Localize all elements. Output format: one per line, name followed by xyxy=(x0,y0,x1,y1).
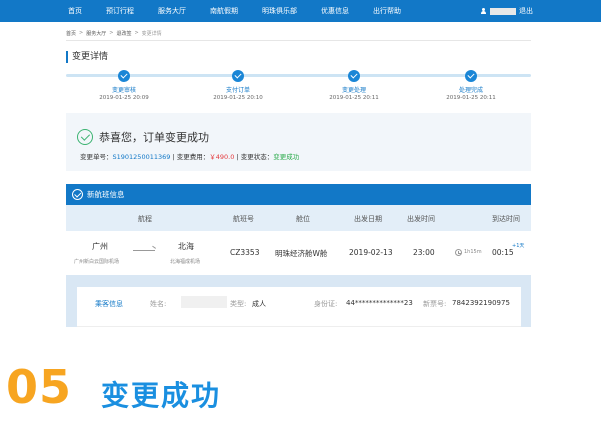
separator: | xyxy=(172,153,175,161)
progress-steps: 变更审核 2019-01-25 20:09 支付订单 2019-01-25 20… xyxy=(66,68,531,108)
route-arrow-icon xyxy=(133,250,155,251)
id-label: 身份证: xyxy=(314,300,338,308)
check-icon xyxy=(232,70,244,82)
col-dep-time: 出发时间 xyxy=(407,215,435,223)
breadcrumb-service-hall[interactable]: 服务大厅 xyxy=(86,30,106,37)
step-processing: 变更处理 2019-01-25 20:11 xyxy=(294,68,414,101)
type-label: 类型: xyxy=(230,300,247,308)
nav-item-booking[interactable]: 预订行程 xyxy=(94,0,146,22)
breadcrumb-separator: > xyxy=(109,30,114,36)
step-label: 支付订单 xyxy=(225,87,250,94)
separator: | xyxy=(236,153,239,161)
breadcrumb-separator: > xyxy=(79,30,84,36)
order-no-value[interactable]: S1901250011369 xyxy=(113,153,171,161)
step-time: 2019-01-25 20:11 xyxy=(446,95,496,101)
from-city: 广州 xyxy=(92,242,108,251)
breadcrumb-separator: > xyxy=(134,30,139,36)
step-time: 2019-01-25 20:11 xyxy=(329,95,379,101)
step-time: 2019-01-25 20:10 xyxy=(213,95,263,101)
next-day-badge: +1天 xyxy=(512,243,525,249)
check-icon xyxy=(348,70,360,82)
to-airport: 北海福成机场 xyxy=(170,259,201,265)
step-time: 2019-01-25 20:09 xyxy=(99,95,149,101)
nav-item-holidays[interactable]: 南航假期 xyxy=(198,0,250,22)
success-panel: 恭喜您，订单变更成功 变更单号：S1901250011369 | 变更费用：￥4… xyxy=(66,113,531,171)
flight-duration: 1h15m xyxy=(464,249,482,255)
col-dep-date: 出发日期 xyxy=(354,215,382,223)
nav-item-pearl-club[interactable]: 明珠俱乐部 xyxy=(250,0,309,22)
step-label: 处理完成 xyxy=(458,87,483,94)
logout-link[interactable]: 退出 xyxy=(519,6,533,16)
clock-icon xyxy=(455,249,462,256)
name-value-redacted xyxy=(181,296,227,308)
breadcrumb: 首页 > 服务大厅 > 退改签 > 变更详情 xyxy=(66,30,162,37)
nav-item-travel-help[interactable]: 出行帮助 xyxy=(361,0,413,22)
flight-no: CZ3353 xyxy=(230,248,260,257)
page-title: 变更详情 xyxy=(66,51,108,63)
flight-row: 广州 广州新白云国际机场 北海 北海福成机场 CZ3353 明珠经济舱W舱 20… xyxy=(66,231,531,275)
success-check-icon xyxy=(77,129,93,145)
id-value: 44**************23 xyxy=(346,299,413,307)
flight-check-icon xyxy=(72,189,83,200)
step-label: 变更审核 xyxy=(111,87,136,94)
col-cabin: 舱位 xyxy=(296,215,310,223)
step-payment: 支付订单 2019-01-25 20:10 xyxy=(178,68,298,101)
passenger-section-label: 乘客信息 xyxy=(95,300,123,308)
divider xyxy=(66,40,531,41)
success-title: 恭喜您，订单变更成功 xyxy=(99,131,209,144)
step-title-caption: 变更成功 xyxy=(101,379,222,412)
fee-value: ￥490.0 xyxy=(209,153,235,161)
breadcrumb-home[interactable]: 首页 xyxy=(66,30,76,37)
order-no-label: 变更单号： xyxy=(80,153,113,161)
breadcrumb-refund-change[interactable]: 退改签 xyxy=(116,30,131,37)
breadcrumb-current: 变更详情 xyxy=(141,31,162,37)
dep-time: 23:00 xyxy=(413,248,435,257)
user-name-redacted[interactable] xyxy=(490,7,516,15)
user-icon xyxy=(480,7,487,15)
step-review: 变更审核 2019-01-25 20:09 xyxy=(64,68,184,101)
check-icon xyxy=(465,70,477,82)
check-icon xyxy=(118,70,130,82)
arr-time: 00:15 xyxy=(492,248,514,257)
flight-section-header: 新航班信息 xyxy=(66,184,531,205)
nav-item-service-hall[interactable]: 服务大厅 xyxy=(146,0,198,22)
col-flight-no: 航班号 xyxy=(233,215,254,223)
step-complete: 处理完成 2019-01-25 20:11 xyxy=(411,68,531,101)
top-nav: 首页 预订行程 服务大厅 南航假期 明珠俱乐部 优惠信息 出行帮助 退出 xyxy=(0,0,601,22)
fee-label: 变更费用： xyxy=(176,153,210,161)
change-summary: 变更单号：S1901250011369 | 变更费用：￥490.0 | 变更状态… xyxy=(80,151,299,161)
col-route: 航程 xyxy=(138,215,152,223)
cabin: 明珠经济舱W舱 xyxy=(275,249,328,258)
col-arr-time: 到达时间 xyxy=(492,215,520,223)
passenger-card: 乘客信息 姓名: 类型: 成人 身份证: 44**************23 … xyxy=(77,287,521,327)
status-label: 变更状态： xyxy=(240,153,274,161)
dep-date: 2019-02-13 xyxy=(349,248,393,257)
name-label: 姓名: xyxy=(150,300,167,308)
nav-item-home[interactable]: 首页 xyxy=(0,0,94,22)
passenger-section: 乘客信息 姓名: 类型: 成人 身份证: 44**************23 … xyxy=(66,275,531,327)
type-value: 成人 xyxy=(252,300,266,308)
nav-item-promotions[interactable]: 优惠信息 xyxy=(309,0,361,22)
ticket-label: 新票号: xyxy=(423,300,447,308)
from-airport: 广州新白云国际机场 xyxy=(74,259,120,265)
user-area: 退出 xyxy=(480,0,533,22)
ticket-value: 7842392190975 xyxy=(452,299,510,307)
to-city: 北海 xyxy=(178,242,194,251)
status-value: 变更成功 xyxy=(273,153,300,161)
flight-table-header: 航程 航班号 舱位 出发日期 出发时间 到达时间 xyxy=(66,205,531,231)
step-number-caption: 05 xyxy=(6,360,73,414)
flight-section-title: 新航班信息 xyxy=(87,190,125,199)
step-label: 变更处理 xyxy=(341,87,366,94)
